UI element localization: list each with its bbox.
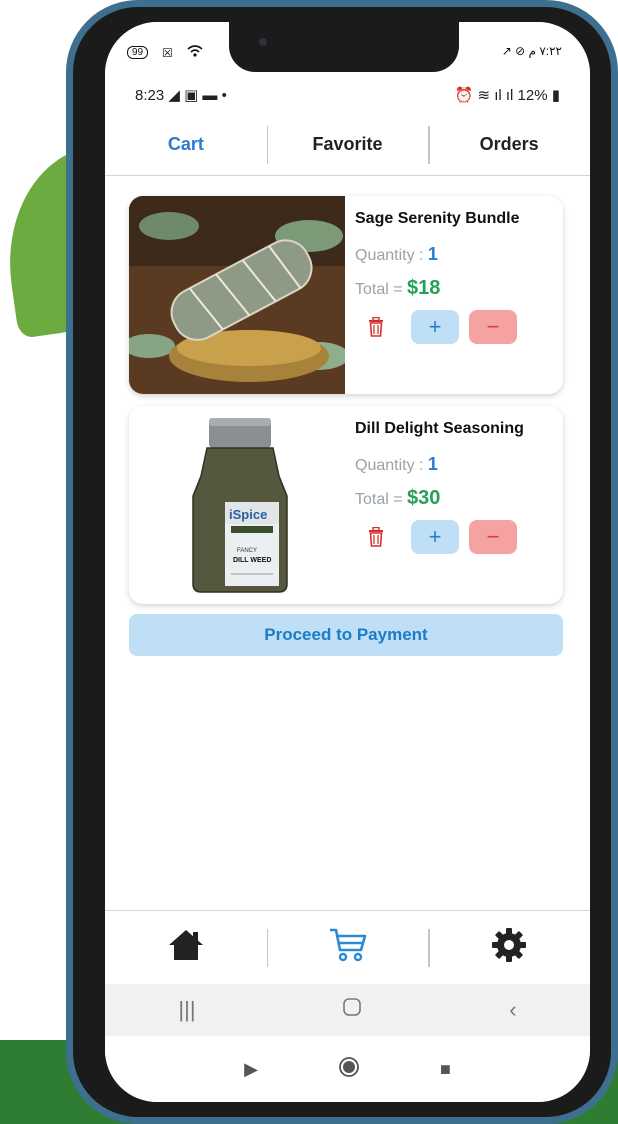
nav-settings[interactable] — [428, 911, 590, 985]
system-navigation-bar: ||| ‹ — [105, 984, 590, 1036]
total-value: $30 — [407, 487, 441, 509]
network-icon: ≋ ıl ıl — [477, 87, 518, 104]
status-bar: 8:23 ◢ ▣ ▬ • ⏰ ≋ ıl ıl 12% ▮ — [105, 80, 590, 110]
sage-bundle-image — [129, 196, 345, 394]
increase-quantity-button[interactable]: + — [411, 520, 459, 554]
dill-jar-image: iSpice FANCY DILL WEED — [129, 406, 345, 604]
battery-icon: ▮ — [551, 87, 560, 104]
item-name: Sage Serenity Bundle — [355, 210, 520, 227]
total-row: Total = $30 — [355, 487, 555, 510]
total-row: Total = $18 — [355, 277, 555, 300]
phone-screen: 99 ☒ ↗ ⊘ ٧:٢٢ م 8:23 ◢ ▣ ▬ • ⏰ ≋ ıl ıl 1… — [105, 22, 590, 1102]
status-system: ⏰ ≋ ıl ıl 12% ▮ — [455, 86, 560, 104]
item-actions: + − — [355, 310, 517, 344]
total-value: $18 — [407, 277, 441, 299]
nav-cart[interactable] — [266, 911, 429, 985]
home-button[interactable] — [342, 997, 362, 1023]
item-actions: + − — [355, 520, 517, 554]
back-button[interactable]: ‹ — [509, 997, 516, 1023]
notification-count-badge: 99 — [127, 46, 149, 59]
alarm-icon: ⏰ — [454, 87, 478, 104]
proceed-to-payment-button[interactable]: Proceed to Payment — [129, 614, 563, 656]
home-icon — [167, 928, 205, 967]
item-info: Dill Delight Seasoning Quantity : 1 Tota… — [355, 420, 555, 510]
cart-item-card: Sage Serenity Bundle Quantity : 1 Total … — [129, 196, 563, 394]
play-icon[interactable]: ▶ — [244, 1059, 258, 1080]
cart-icon — [328, 927, 368, 968]
gallery-icon: ▣ — [184, 87, 203, 104]
item-name: Dill Delight Seasoning — [355, 420, 524, 437]
trash-icon[interactable] — [361, 522, 391, 552]
nav-home[interactable] — [105, 911, 267, 985]
top-tab-bar: Cart Favorite Orders — [105, 114, 590, 176]
gear-icon — [491, 927, 527, 968]
svg-text:DILL WEED: DILL WEED — [233, 557, 271, 564]
quantity-row: Quantity : 1 — [355, 454, 555, 475]
decrease-quantity-button[interactable]: − — [469, 520, 517, 554]
close-box-icon: ☒ — [162, 45, 173, 60]
decrease-quantity-button[interactable]: − — [469, 310, 517, 344]
camera-icon — [259, 38, 267, 46]
send-icon: ◢ — [168, 87, 185, 104]
camera-notch — [229, 22, 459, 72]
status-time-text: 8:23 — [135, 87, 165, 104]
quantity-label: Quantity : — [355, 247, 428, 264]
increase-quantity-button[interactable]: + — [411, 310, 459, 344]
quantity-label: Quantity : — [355, 457, 428, 474]
quantity-value: 1 — [427, 454, 438, 474]
tab-favorite[interactable]: Favorite — [266, 126, 429, 164]
total-label: Total = — [355, 281, 408, 298]
wifi-icon — [187, 44, 203, 61]
trash-icon[interactable] — [361, 312, 391, 342]
record-icon[interactable] — [338, 1056, 360, 1083]
emulator-controls: ▶ ■ — [105, 1036, 590, 1102]
tab-cart[interactable]: Cart — [105, 134, 267, 155]
stop-icon[interactable]: ■ — [440, 1059, 451, 1080]
svg-text:FANCY: FANCY — [237, 548, 257, 554]
quantity-value: 1 — [427, 244, 438, 264]
cart-item-card: iSpice FANCY DILL WEED Dill Delight Seas… — [129, 406, 563, 604]
bottom-nav — [105, 910, 590, 984]
quantity-row: Quantity : 1 — [355, 244, 555, 265]
total-label: Total = — [355, 491, 408, 508]
folder-icon: ▬ • — [202, 87, 227, 104]
outer-clock: ٧:٢٢ م — [528, 44, 562, 58]
item-info: Sage Serenity Bundle Quantity : 1 Total … — [355, 210, 555, 300]
signal-icon: ↗ ⊘ — [501, 44, 529, 58]
recent-apps-button[interactable]: ||| — [178, 997, 195, 1023]
svg-text:iSpice: iSpice — [229, 507, 267, 522]
tab-orders[interactable]: Orders — [428, 126, 590, 164]
status-time: 8:23 ◢ ▣ ▬ • — [135, 86, 227, 104]
battery-percent: 12% — [517, 87, 548, 104]
